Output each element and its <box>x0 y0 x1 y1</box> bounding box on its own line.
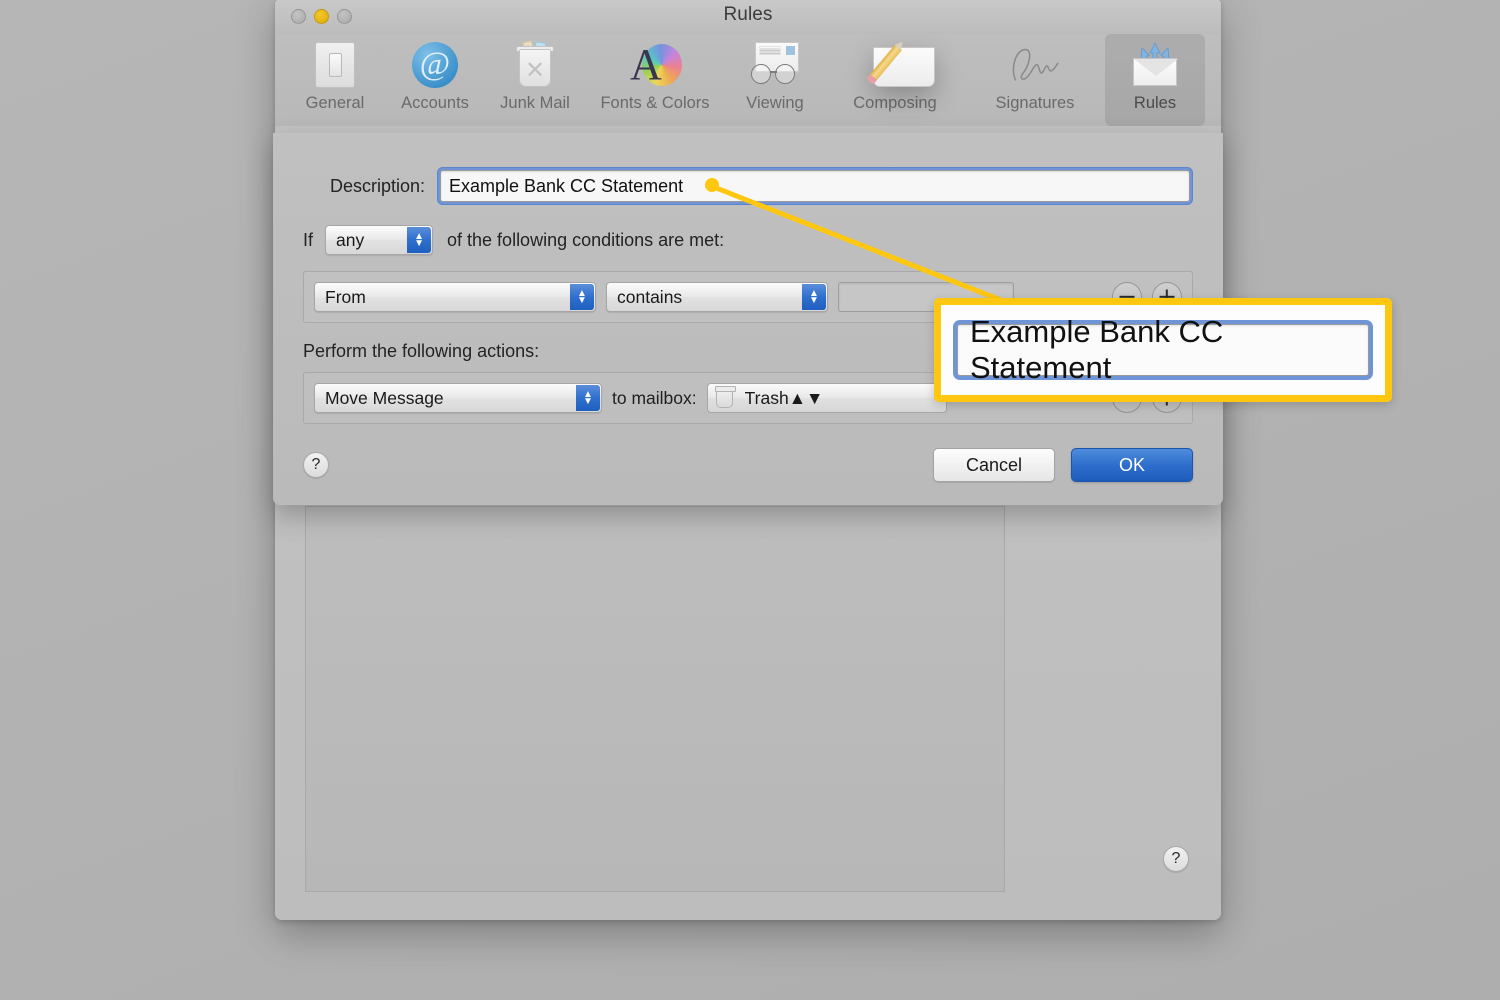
window-title: Rules <box>723 4 773 25</box>
chevron-updown-icon: ▲▼ <box>576 385 600 411</box>
description-focus-ring: Example Bank CC Statement <box>437 167 1193 205</box>
annotation-pointer-dot <box>705 178 719 192</box>
condition-header-value: From <box>325 286 366 307</box>
condition-match-row: If any ▲ ▼ of the following conditions ar… <box>303 225 1193 255</box>
condition-operator-value: contains <box>617 286 683 307</box>
description-input[interactable]: Example Bank CC Statement <box>440 170 1190 202</box>
window-help-button[interactable]: ? <box>1163 846 1189 872</box>
preferences-toolbar: General @ Accounts ✕ Junk Mail A Fonts &… <box>275 34 1221 126</box>
action-type-select[interactable]: Move Message ▲ ▼ <box>314 383 602 413</box>
action-type-value: Move Message <box>325 387 444 408</box>
toolbar-item-rules[interactable]: Rules <box>1105 34 1205 126</box>
if-label: If <box>303 229 314 250</box>
cancel-button[interactable]: Cancel <box>933 448 1055 482</box>
screen: Rules General @ Accounts ✕ Junk Mail A F… <box>0 0 1500 1000</box>
general-icon <box>308 38 362 92</box>
rules-list[interactable] <box>305 506 1005 892</box>
mailbox-select[interactable]: Trash ▲▼ <box>706 383 947 413</box>
signature-icon <box>1008 38 1062 92</box>
rules-envelope-icon <box>1128 38 1182 92</box>
chevron-updown-icon: ▲▼ <box>788 387 824 408</box>
callout-focus-ring: Example Bank CC Statement <box>953 314 1373 385</box>
annotation-callout: Example Bank CC Statement <box>934 298 1392 402</box>
ok-button[interactable]: OK <box>1071 448 1193 482</box>
match-mode-select[interactable]: any ▲ ▼ <box>325 225 434 255</box>
toolbar-item-accounts[interactable]: @ Accounts <box>385 34 485 113</box>
toolbar-item-composing[interactable]: Composing <box>825 34 965 113</box>
condition-operator-select[interactable]: contains ▲ ▼ <box>606 282 828 312</box>
sheet-help-button[interactable]: ? <box>303 452 329 478</box>
toolbar-label-fonts-colors: Fonts & Colors <box>600 94 710 112</box>
trash-icon <box>714 386 736 408</box>
match-mode-tail-label: of the following conditions are met: <box>447 229 725 250</box>
chevron-updown-icon: ▲▼ <box>570 284 594 310</box>
chevron-updown-icon: ▲▼ <box>802 284 826 310</box>
description-label: Description: <box>329 175 425 196</box>
toolbar-item-viewing[interactable]: Viewing <box>725 34 825 113</box>
match-mode-value: any <box>336 229 365 250</box>
accounts-at-icon: @ <box>408 38 462 92</box>
toolbar-label-accounts: Accounts <box>401 94 469 112</box>
toolbar-label-general: General <box>305 94 365 112</box>
toolbar-item-signatures[interactable]: Signatures <box>965 34 1105 113</box>
mailbox-value: Trash <box>744 387 789 408</box>
to-mailbox-label: to mailbox: <box>612 387 697 408</box>
chevron-updown-icon: ▲▼ <box>407 227 432 253</box>
toolbar-item-general[interactable]: General <box>285 34 385 113</box>
viewing-glasses-icon <box>748 38 802 92</box>
window-titlebar: Rules <box>275 0 1221 34</box>
toolbar-label-rules: Rules <box>1133 94 1177 112</box>
toolbar-label-junk-mail: Junk Mail <box>500 94 570 112</box>
toolbar-label-signatures: Signatures <box>995 94 1075 112</box>
callout-description-text: Example Bank CC Statement <box>957 314 1369 385</box>
fonts-colors-icon: A <box>628 38 682 92</box>
condition-header-select[interactable]: From ▲ ▼ <box>314 282 596 312</box>
toolbar-item-fonts-colors[interactable]: A Fonts & Colors <box>585 34 725 113</box>
toolbar-label-viewing: Viewing <box>746 94 804 112</box>
toolbar-item-junk-mail[interactable]: ✕ Junk Mail <box>485 34 585 113</box>
toolbar-label-composing: Composing <box>853 94 937 112</box>
composing-pencil-icon <box>866 38 935 92</box>
sheet-footer: ? Cancel OK <box>303 448 1193 482</box>
junk-mail-trash-icon: ✕ <box>508 38 562 92</box>
